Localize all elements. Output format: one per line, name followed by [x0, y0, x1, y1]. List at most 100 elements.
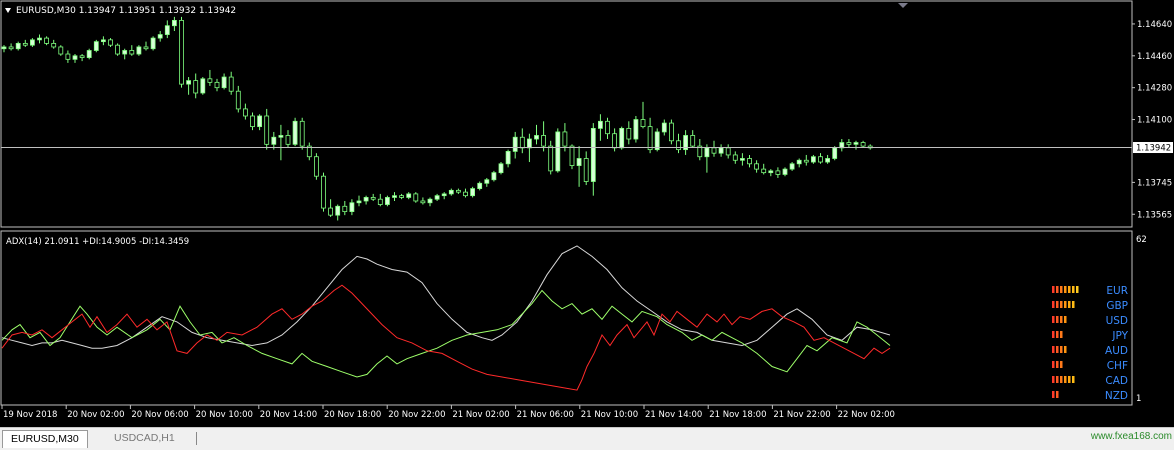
time-label: 21 Nov 06:00	[517, 410, 574, 420]
currency-label: USD	[1106, 315, 1128, 327]
strength-bar	[1064, 346, 1067, 353]
candle	[299, 117, 305, 150]
candle	[108, 38, 113, 47]
candle	[420, 197, 426, 205]
strength-bar	[1052, 331, 1055, 338]
candle	[690, 130, 696, 148]
candle	[306, 142, 312, 161]
price-axis: 1.14640 1.14460 1.14280 1.14100 1.13745 1.135…	[1132, 20, 1172, 220]
tab-usdcad-h1[interactable]: USDCAD,H1	[106, 430, 183, 447]
currency-label: EUR	[1106, 285, 1128, 297]
time-label: 20 Nov 10:00	[196, 410, 253, 420]
candle	[377, 193, 383, 207]
candle	[811, 154, 816, 164]
candle	[455, 188, 461, 194]
time-label: 20 Nov 18:00	[324, 410, 381, 420]
strength-bar	[1060, 301, 1063, 308]
candle	[193, 73, 199, 99]
candle	[633, 116, 639, 143]
candle	[278, 124, 284, 161]
candle	[37, 34, 42, 44]
candle	[171, 16, 177, 32]
candle	[157, 31, 163, 42]
chart-menu-triangle-icon[interactable]	[5, 8, 11, 13]
candle	[101, 36, 106, 46]
candle	[619, 126, 625, 150]
candles-group	[1, 16, 873, 221]
candle	[732, 151, 738, 164]
time-label: 21 Nov 22:00	[773, 410, 830, 420]
candle	[853, 140, 859, 150]
candle	[370, 193, 376, 201]
candle	[434, 193, 440, 201]
candle	[477, 181, 483, 191]
price-level-label: 1.14640	[1137, 20, 1172, 30]
time-label: 22 Nov 02:00	[838, 410, 895, 420]
candle	[775, 167, 781, 178]
price-level-label: 1.13565	[1137, 210, 1172, 220]
candle	[491, 170, 497, 182]
strength-bar	[1064, 301, 1067, 308]
candle	[186, 77, 192, 95]
candle	[669, 119, 674, 145]
price-level-label: 1.14280	[1137, 84, 1172, 94]
candle	[264, 108, 270, 150]
adx-line	[1, 245, 891, 349]
candle	[427, 197, 433, 207]
candle	[768, 169, 774, 177]
candle	[626, 121, 632, 145]
strength-bar	[1052, 361, 1055, 368]
candle	[789, 162, 795, 171]
candle	[150, 36, 156, 51]
candle	[711, 140, 717, 157]
strength-bar	[1072, 286, 1075, 293]
strength-bar	[1060, 331, 1063, 338]
candle	[541, 121, 546, 152]
candle	[399, 193, 405, 200]
candle	[796, 158, 802, 168]
strength-bar	[1072, 376, 1075, 383]
time-axis: 19 Nov 2018 20 Nov 02:00 20 Nov 06:00 20 No…	[1, 405, 895, 420]
strength-bar	[1072, 301, 1075, 308]
indicator-frame	[0, 230, 1133, 406]
candle	[470, 186, 476, 198]
candle	[207, 69, 213, 86]
candle	[363, 195, 369, 205]
candle	[321, 172, 326, 212]
candle	[86, 48, 92, 60]
indicator-scale-bottom: 1	[1136, 394, 1141, 404]
candle	[505, 149, 511, 168]
candle	[143, 41, 149, 51]
candle	[683, 130, 688, 155]
strength-bar	[1056, 391, 1059, 398]
candle	[867, 144, 873, 150]
chart-canvas[interactable]: EURUSD,M30 1.13947 1.13951 1.13932 1.139…	[0, 0, 1174, 427]
time-label: 21 Nov 14:00	[645, 410, 702, 420]
candle	[392, 192, 397, 201]
candle	[590, 123, 596, 196]
candle	[342, 200, 348, 216]
strength-bar	[1056, 376, 1059, 383]
candle	[292, 117, 298, 147]
indicator-scale-top: 62	[1136, 235, 1147, 245]
candle	[832, 146, 838, 161]
time-label: 20 Nov 02:00	[67, 410, 124, 420]
strength-bar	[1056, 361, 1059, 368]
shift-marker-icon[interactable]	[898, 3, 908, 8]
strength-bar	[1068, 376, 1071, 383]
tab-eurusd-m30[interactable]: EURUSD,M30	[2, 430, 88, 448]
candle	[548, 140, 554, 175]
candle	[72, 54, 78, 63]
candle	[718, 144, 724, 157]
candle	[51, 39, 57, 49]
candle	[640, 101, 646, 129]
candle	[200, 77, 206, 95]
candle	[221, 73, 227, 90]
candle	[846, 139, 852, 148]
candle	[463, 188, 468, 198]
currency-label: JPY	[1111, 330, 1128, 342]
time-label: 19 Nov 2018	[3, 410, 57, 420]
candle	[257, 114, 263, 131]
svg-text:1.13942: 1.13942	[1136, 144, 1171, 154]
symbol-header: EURUSD,M30 1.13947 1.13951 1.13932 1.139…	[16, 6, 236, 16]
